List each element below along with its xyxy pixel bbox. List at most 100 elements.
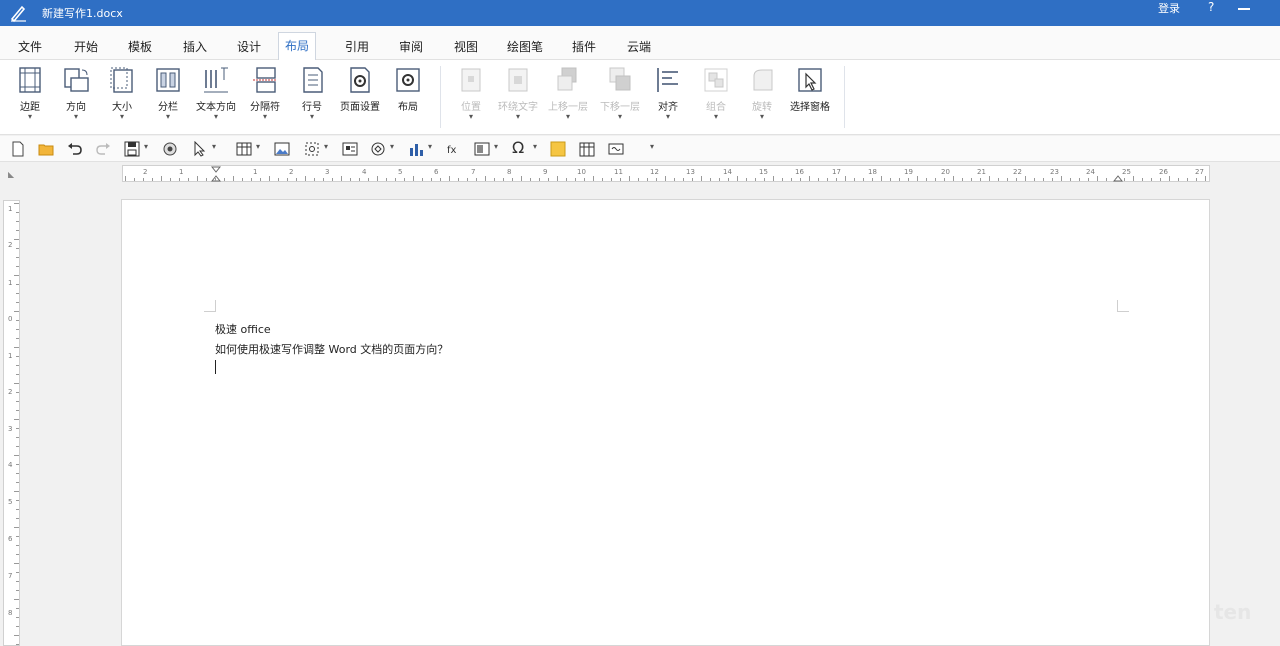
tab-draw[interactable]: 绘图笔 (507, 34, 543, 60)
ruler-tick (1007, 178, 1008, 181)
orientation-button[interactable]: 方向 ▾ (54, 64, 98, 128)
redo-icon[interactable] (95, 141, 111, 157)
ruler-tick (836, 178, 837, 181)
textbox-icon[interactable]: fx (446, 141, 462, 157)
print-icon[interactable] (162, 141, 178, 157)
smartart-caret-icon[interactable]: ▾ (390, 142, 394, 151)
screenshot-icon[interactable] (304, 141, 320, 157)
ruler-tick (683, 178, 684, 181)
text-cursor (215, 360, 216, 374)
smartart-icon[interactable] (370, 141, 386, 157)
ruler-tick (593, 176, 594, 181)
chart-caret-icon[interactable]: ▾ (428, 142, 432, 151)
ruler-tick (530, 178, 531, 181)
align-button[interactable]: 对齐 ▾ (646, 64, 690, 128)
pointer-caret-icon[interactable]: ▾ (212, 142, 216, 151)
ruler-tick (863, 178, 864, 181)
help-button[interactable]: ? (1208, 0, 1214, 14)
ruler-tick (224, 178, 225, 181)
tab-file[interactable]: 文件 (18, 34, 42, 60)
tab-plugins[interactable]: 插件 (572, 34, 596, 60)
ruler-tick (16, 617, 19, 618)
tab-template[interactable]: 模板 (128, 34, 152, 60)
tab-home[interactable]: 开始 (74, 34, 98, 60)
field-caret-icon[interactable]: ▾ (494, 142, 498, 151)
link-icon[interactable] (608, 141, 624, 157)
columns-button[interactable]: 分栏 ▾ (146, 64, 190, 128)
line-numbers-button[interactable]: 行号 ▾ (290, 64, 334, 128)
image-icon[interactable] (274, 141, 290, 157)
group-button[interactable]: 组合 ▾ (694, 64, 738, 128)
ruler-number: 6 (8, 535, 13, 543)
document-line-1[interactable]: 极速 office (215, 321, 271, 337)
document-line-2[interactable]: 如何使用极速写作调整 Word 文档的页面方向？ (215, 341, 448, 357)
tab-references[interactable]: 引用 (345, 34, 369, 60)
ruler-number: 22 (1013, 168, 1022, 176)
ruler-tick (386, 178, 387, 181)
indent-marker-icon[interactable] (211, 166, 221, 182)
ruler-number: 1 (253, 168, 258, 176)
tab-insert[interactable]: 插入 (183, 34, 207, 60)
layout-settings-button[interactable]: 布局 (386, 64, 430, 128)
pen-logo-icon (10, 5, 26, 23)
text-direction-button[interactable]: 文本方向 ▾ (194, 64, 238, 128)
new-doc-icon[interactable] (10, 141, 26, 157)
wrap-text-button[interactable]: 环绕文字 ▾ (496, 64, 540, 128)
ruler-tick (14, 203, 19, 204)
position-button[interactable]: 位置 ▾ (449, 64, 493, 128)
ruler-tick (548, 178, 549, 181)
dropdown-caret-icon: ▾ (262, 112, 267, 121)
tab-design[interactable]: 设计 (237, 34, 261, 60)
save-caret-icon[interactable]: ▾ (144, 142, 148, 151)
ruler-number: 15 (759, 168, 768, 176)
send-backward-button[interactable]: 下移一层 ▾ (598, 64, 642, 128)
pointer-icon[interactable] (192, 141, 208, 157)
ruler-tick (16, 248, 19, 249)
ruler-tick (16, 446, 19, 447)
symbol-icon[interactable]: Ω (512, 138, 530, 157)
screenshot-caret-icon[interactable]: ▾ (324, 142, 328, 151)
bring-forward-button[interactable]: 上移一层 ▾ (546, 64, 590, 128)
table-caret-icon[interactable]: ▾ (256, 142, 260, 151)
tab-layout[interactable]: 布局 (278, 32, 317, 60)
ruler-tick (1052, 178, 1053, 181)
margins-button[interactable]: 边距 ▾ (8, 64, 52, 128)
ruler-number: 4 (8, 461, 13, 469)
field-icon[interactable] (474, 141, 490, 157)
ruler-tick (917, 176, 918, 181)
table-icon[interactable] (236, 141, 252, 157)
ruler-tick (854, 178, 855, 181)
tab-view[interactable]: 视图 (454, 34, 478, 60)
symbol-caret-icon[interactable]: ▾ (533, 142, 537, 151)
minimize-button[interactable] (1238, 0, 1250, 10)
breaks-button[interactable]: 分隔符 ▾ (243, 64, 287, 128)
ruler-tick (1205, 176, 1206, 181)
open-folder-icon[interactable] (38, 141, 54, 157)
ruler-tick (431, 178, 432, 181)
more-caret-icon[interactable]: ▾ (650, 142, 654, 151)
ruler-corner-icon[interactable]: ◣ (8, 170, 14, 179)
document-page[interactable]: 极速 office 如何使用极速写作调整 Word 文档的页面方向？ (121, 199, 1210, 646)
layout-settings-icon (396, 68, 420, 92)
tab-cloud[interactable]: 云端 (627, 34, 651, 60)
save-icon[interactable] (124, 141, 140, 157)
undo-icon[interactable] (67, 141, 83, 157)
page-size-button[interactable]: 大小 ▾ (100, 64, 144, 128)
shape-icon[interactable] (342, 141, 358, 157)
rotate-button[interactable]: 旋转 ▾ (740, 64, 784, 128)
ruler-number: 8 (8, 609, 13, 617)
login-button[interactable]: 登录 (1158, 0, 1180, 16)
vertical-ruler[interactable]: 1 2 1 0 1 2 3 4 5 6 7 8 (3, 200, 20, 646)
selection-pane-button[interactable]: 选择窗格 (788, 64, 832, 128)
ruler-number: 25 (1122, 168, 1131, 176)
ruler-number: 1 (8, 352, 13, 360)
tab-review[interactable]: 审阅 (399, 34, 423, 60)
ruler-tick (16, 230, 19, 231)
ruler-tick (278, 178, 279, 181)
horizontal-ruler[interactable]: 2 1 1 2 3 4 5 6 7 8 9 10 11 12 13 14 15 … (122, 165, 1210, 182)
calendar-icon[interactable] (579, 141, 595, 157)
chart-icon[interactable] (408, 141, 424, 157)
note-icon[interactable] (550, 141, 566, 157)
page-setup-button[interactable]: 页面设置 (338, 64, 382, 128)
ruler-number: 21 (977, 168, 986, 176)
